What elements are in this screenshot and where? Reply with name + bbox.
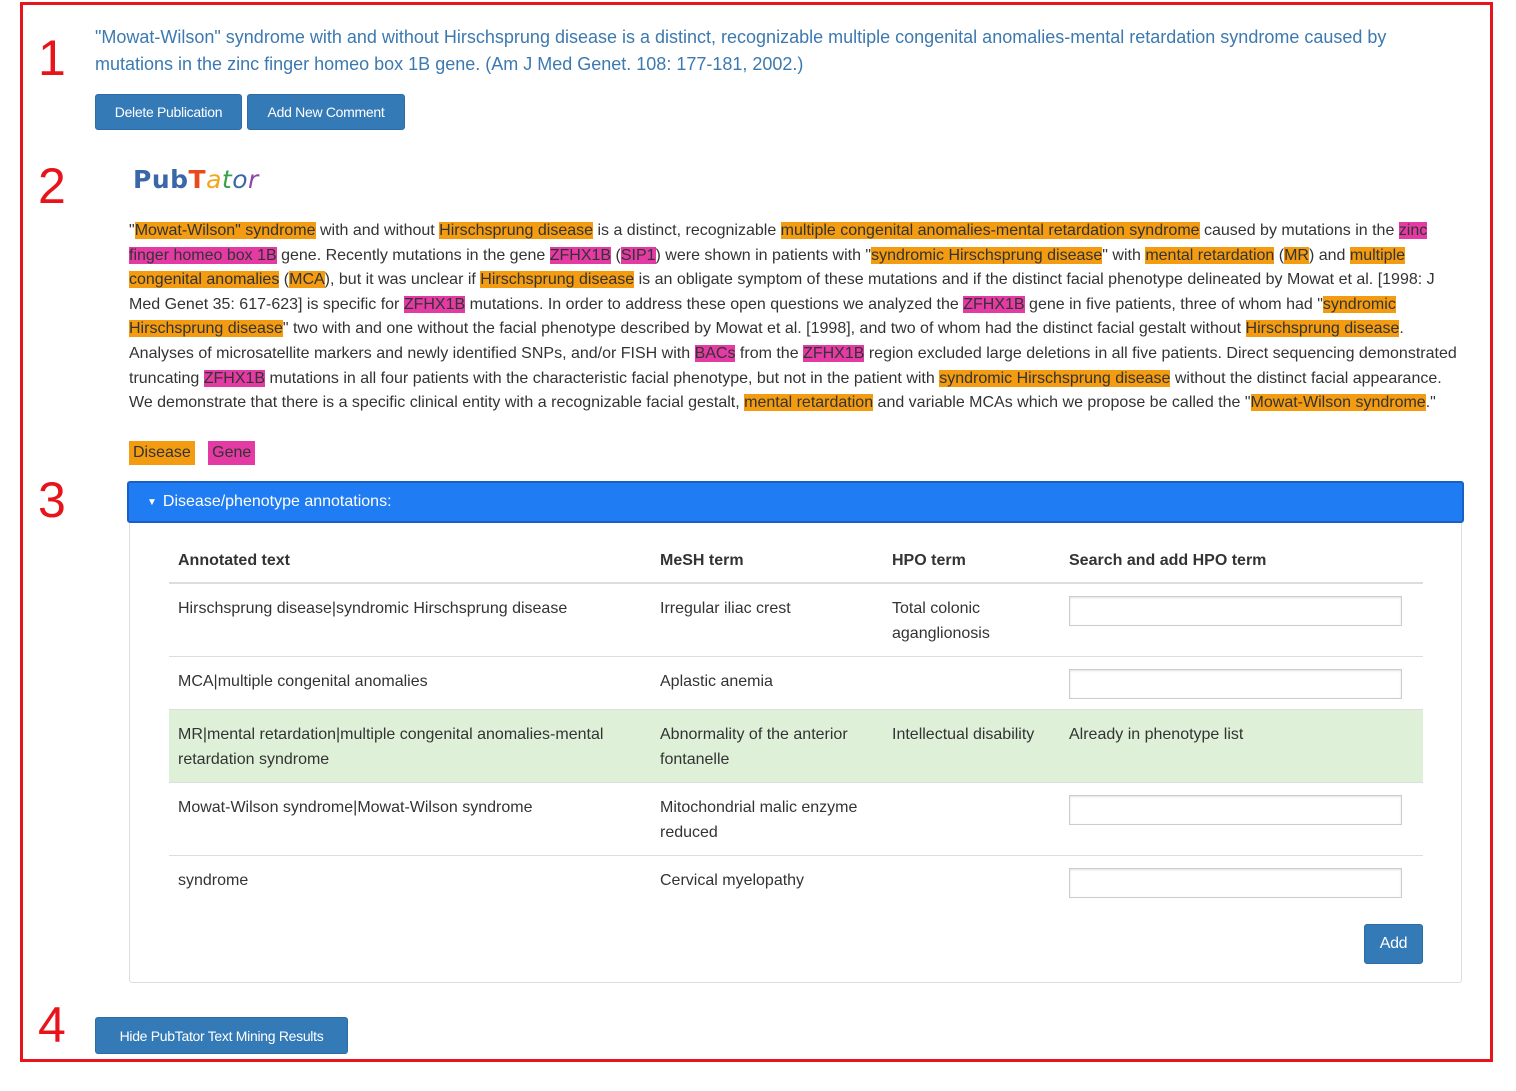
- abstract-text: .": [1425, 394, 1436, 412]
- caret-down-icon: ▼: [147, 496, 157, 508]
- section-number-1: 1: [38, 30, 66, 86]
- annotated-text-cell: MR|mental retardation|multiple congenita…: [169, 709, 651, 783]
- disease-mention[interactable]: mental retardation: [1145, 246, 1275, 264]
- annotated-text-cell: syndrome: [169, 855, 651, 909]
- legend-gene: Gene: [208, 441, 256, 465]
- disease-mention[interactable]: syndromic Hirschsprung disease: [939, 369, 1171, 387]
- disease-mention[interactable]: Hirschsprung disease: [480, 271, 635, 289]
- col-search-hpo: Search and add HPO term: [1060, 540, 1423, 584]
- gene-mention[interactable]: ZFHX1B: [803, 344, 865, 362]
- gene-mention[interactable]: ZFHX1B: [549, 246, 612, 264]
- mesh-term-cell: Irregular iliac crest: [651, 582, 883, 657]
- search-hpo-cell: [1060, 782, 1423, 856]
- hide-pubtator-button[interactable]: Hide PubTator Text Mining Results: [95, 1017, 348, 1054]
- add-hpo-button[interactable]: Add: [1364, 924, 1423, 964]
- disease-mention[interactable]: MR: [1284, 246, 1309, 264]
- abstract-text: mutations. In order to address these ope…: [465, 295, 964, 313]
- abstract-text: caused by mutations in the: [1199, 222, 1399, 239]
- abstract-text: (: [1274, 246, 1285, 264]
- abstract-text: gene. Recently mutations in the gene: [276, 246, 550, 264]
- disease-mention[interactable]: syndromic Hirschsprung disease: [871, 246, 1103, 264]
- search-hpo-cell: [1060, 656, 1423, 710]
- add-comment-button[interactable]: Add New Comment: [247, 94, 405, 130]
- table-row: syndrome Cervical myelopathy: [169, 855, 1423, 909]
- gene-mention[interactable]: BACs: [694, 344, 736, 362]
- disease-mention[interactable]: Hirschsprung disease: [1245, 320, 1400, 338]
- gene-mention[interactable]: ZFHX1B: [203, 369, 266, 387]
- gene-mention[interactable]: ZFHX1B: [403, 295, 466, 313]
- abstract-text: and variable MCAs which we propose be ca…: [873, 394, 1251, 412]
- mesh-term-cell: Mitochondrial malic enzyme reduced: [651, 782, 883, 856]
- abstract-text: ) and: [1308, 246, 1350, 264]
- panel-title: Disease/phenotype annotations:: [162, 493, 392, 510]
- table-row: MR|mental retardation|multiple congenita…: [169, 709, 1423, 783]
- annotated-text-cell: Mowat-Wilson syndrome|Mowat-Wilson syndr…: [169, 782, 651, 856]
- hpo-search-input[interactable]: [1069, 868, 1402, 898]
- publication-title[interactable]: "Mowat-Wilson" syndrome with and without…: [95, 24, 1465, 78]
- mesh-term-cell: Aplastic anemia: [651, 656, 883, 710]
- section-number-4: 4: [38, 997, 66, 1053]
- abstract-text: ), but it was unclear if: [324, 271, 481, 289]
- hpo-search-input[interactable]: [1069, 596, 1402, 626]
- disease-mention[interactable]: multiple congenital anomalies-mental ret…: [780, 222, 1200, 239]
- abstract-text: mutations in all four patients with the …: [265, 369, 940, 387]
- search-hpo-cell: [1060, 855, 1423, 909]
- col-mesh-term: MeSH term: [651, 540, 883, 584]
- abstract-text: gene in five patients, three of whom had…: [1024, 295, 1323, 313]
- mesh-term-cell: Abnormality of the anterior fontanelle: [651, 709, 883, 783]
- hpo-term-cell: Intellectual disability: [883, 709, 1060, 783]
- legend-disease: Disease: [129, 441, 195, 465]
- gene-mention[interactable]: ZFHX1B: [963, 295, 1025, 313]
- table-header-row: Annotated text MeSH term HPO term Search…: [169, 540, 1423, 584]
- table-row: Hirschsprung disease|syndromic Hirschspr…: [169, 582, 1423, 657]
- abstract-text: from the: [735, 344, 804, 362]
- annotations-panel-toggle[interactable]: ▼ Disease/phenotype annotations:: [127, 481, 1464, 523]
- section-number-2: 2: [38, 158, 66, 214]
- abstract-text: (: [611, 246, 621, 264]
- disease-mention[interactable]: Hirschsprung disease: [439, 222, 594, 239]
- search-hpo-cell: [1060, 582, 1423, 657]
- abstract-text: with and without: [315, 222, 440, 239]
- section-number-3: 3: [38, 472, 66, 528]
- abstract-text: " with: [1102, 246, 1146, 264]
- annotations-table: Annotated text MeSH term HPO term Search…: [169, 540, 1423, 909]
- delete-publication-button[interactable]: Delete Publication: [95, 94, 242, 130]
- hpo-term-cell: [883, 855, 1060, 909]
- abstract-text: is a distinct, recognizable: [593, 222, 781, 239]
- table-row: MCA|multiple congenital anomalies Aplast…: [169, 656, 1423, 710]
- pubtator-logo: PubTator: [133, 165, 259, 194]
- hpo-term-cell: [883, 782, 1060, 856]
- disease-mention[interactable]: Mowat-Wilson" syndrome: [134, 222, 316, 239]
- abstract-text: ": [129, 222, 135, 239]
- table-row: Mowat-Wilson syndrome|Mowat-Wilson syndr…: [169, 782, 1423, 856]
- entity-legend: Disease Gene: [129, 441, 256, 465]
- hpo-term-cell: [883, 656, 1060, 710]
- annotated-text-cell: MCA|multiple congenital anomalies: [169, 656, 651, 710]
- disease-mention[interactable]: mental retardation: [744, 394, 874, 412]
- annotated-text-cell: Hirschsprung disease|syndromic Hirschspr…: [169, 582, 651, 657]
- mesh-term-cell: Cervical myelopathy: [651, 855, 883, 909]
- col-annotated-text: Annotated text: [169, 540, 651, 584]
- disease-mention[interactable]: MCA: [289, 271, 325, 289]
- col-hpo-term: HPO term: [883, 540, 1060, 584]
- abstract-text: " two with and one without the facial ph…: [282, 320, 1246, 338]
- gene-mention[interactable]: SIP1: [620, 246, 656, 264]
- hpo-term-cell: Total colonic aganglionosis: [883, 582, 1060, 657]
- abstract-text: ) were shown in patients with ": [655, 246, 872, 264]
- annotated-abstract: "Mowat-Wilson" syndrome with and without…: [129, 219, 1459, 416]
- pubtator-logo-pub: Pub: [133, 165, 189, 194]
- hpo-search-input[interactable]: [1069, 669, 1402, 699]
- disease-mention[interactable]: Mowat-Wilson syndrome: [1250, 394, 1426, 412]
- abstract-text: (: [279, 271, 290, 289]
- hpo-search-input[interactable]: [1069, 795, 1402, 825]
- status-cell: Already in phenotype list: [1060, 709, 1423, 783]
